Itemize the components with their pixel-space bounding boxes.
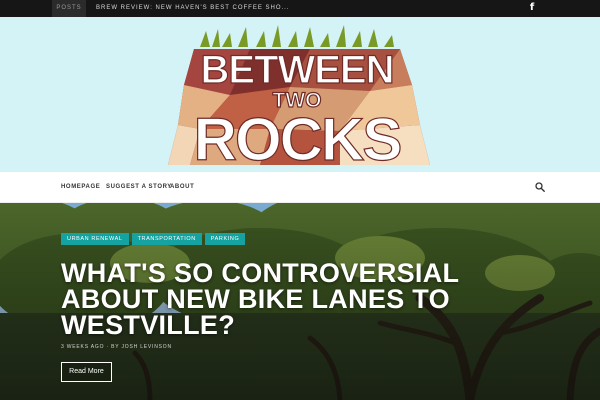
post-tags: URBAN RENEWAL TRANSPORTATION PARKING [61,233,248,245]
site-logo[interactable]: BETWEEN TWO ROCKS [160,25,435,167]
post-headline[interactable]: WHAT'S SO CONTROVERSIAL ABOUT NEW BIKE L… [61,260,481,339]
tag-urban-renewal[interactable]: URBAN RENEWAL [61,233,129,245]
news-ticker-link[interactable]: BREW REVIEW: NEW HAVEN'S BEST COFFEE SHO… [96,0,290,17]
nav-item-suggest-a-story[interactable]: SUGGEST A STORY [106,172,172,203]
nav-item-homepage[interactable]: HOMEPAGE [61,172,100,203]
search-icon[interactable] [535,182,545,192]
tag-parking[interactable]: PARKING [204,233,246,245]
masthead: BETWEEN TWO ROCKS [0,17,600,172]
facebook-icon[interactable]: f [528,2,536,14]
logo-line-rocks: ROCKS [194,106,401,167]
read-more-button[interactable]: Read More [61,362,112,382]
post-meta: 3 WEEKS AGO · BY JOSH LEVINSON [61,344,172,350]
logo-grass-graphic [200,25,394,47]
featured-post-hero[interactable]: URBAN RENEWAL TRANSPORTATION PARKING WHA… [0,203,600,400]
posts-tab[interactable]: POSTS [52,0,86,17]
main-navigation: HOMEPAGE SUGGEST A STORY ABOUT [0,172,600,203]
top-bar: POSTS BREW REVIEW: NEW HAVEN'S BEST COFF… [0,0,600,17]
tag-transportation[interactable]: TRANSPORTATION [131,233,202,245]
nav-item-about[interactable]: ABOUT [170,172,194,203]
logo-line-between: BETWEEN [201,48,394,92]
